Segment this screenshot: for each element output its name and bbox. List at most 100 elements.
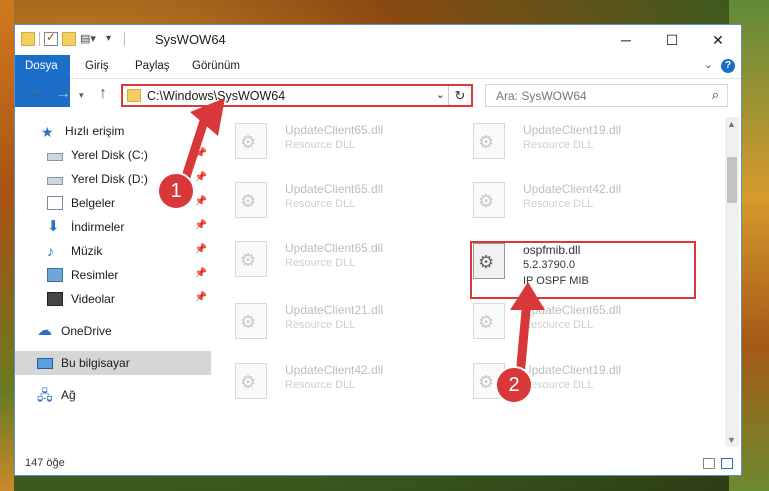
sidebar-item-local-disk-c[interactable]: Yerel Disk (C:) 📌	[15, 143, 211, 167]
dll-file-icon	[473, 123, 505, 159]
file-item[interactable]: UpdateClient65.dll Resource DLL	[217, 235, 437, 287]
tab-view[interactable]: Görünüm	[182, 55, 250, 78]
scroll-down-icon[interactable]: ▼	[727, 435, 736, 445]
address-path[interactable]: C:\Windows\SysWOW64	[147, 89, 285, 103]
folder-icon	[21, 32, 35, 46]
pin-icon: 📌	[194, 196, 207, 207]
file-name: UpdateClient21.dll	[285, 303, 384, 317]
sidebar-item-label: Hızlı erişim	[65, 124, 125, 138]
up-arrow-icon[interactable]: ↑	[99, 85, 107, 103]
computer-icon	[37, 357, 53, 369]
file-name: UpdateClient65.dll	[285, 182, 384, 196]
sidebar-item-label: Belgeler	[71, 196, 116, 210]
search-placeholder[interactable]: Ara: SysWOW64	[496, 89, 587, 103]
back-arrow-icon[interactable]: ←	[27, 85, 43, 103]
file-item[interactable]: UpdateClient65.dll Resource DLL	[455, 297, 675, 349]
pin-icon: 📌	[194, 292, 207, 303]
maximize-button[interactable]: ☐	[649, 25, 695, 55]
file-name: UpdateClient65.dll	[285, 241, 384, 255]
folder-icon	[127, 89, 141, 102]
sidebar-item-quick-access[interactable]: ★ Hızlı erişim	[15, 119, 211, 143]
sidebar-item-downloads[interactable]: ⬇ İndirmeler 📌	[15, 215, 211, 239]
new-folder-icon[interactable]	[62, 32, 76, 46]
dll-file-icon	[235, 363, 267, 399]
file-description: Resource DLL	[285, 139, 356, 151]
file-item[interactable]: UpdateClient19.dll Resource DLL	[455, 117, 675, 169]
dll-file-icon	[235, 182, 267, 218]
scroll-up-icon[interactable]: ▲	[727, 119, 736, 129]
file-item[interactable]: UpdateClient19.dll Resource DLL	[455, 357, 675, 409]
tab-share[interactable]: Paylaş	[125, 55, 180, 78]
details-view-icon[interactable]	[703, 458, 715, 469]
dropdown-arrow-icon[interactable]: ▾	[106, 32, 120, 46]
tab-home[interactable]: Giriş	[75, 55, 119, 78]
separator	[39, 32, 40, 46]
file-description: Resource DLL	[523, 139, 594, 151]
pictures-icon	[47, 268, 63, 282]
file-explorer-window: ▤▾ ▾ SysWOW64 ─ ☐ ✕ Dosya Giriş Paylaş G…	[14, 24, 742, 476]
ribbon-tabs: Dosya Giriş Paylaş Görünüm ⌄ ?	[15, 55, 741, 107]
sidebar-item-this-pc[interactable]: Bu bilgisayar	[15, 351, 211, 375]
navigation-pane: ★ Hızlı erişim Yerel Disk (C:) 📌 Yerel D…	[15, 117, 211, 447]
file-name: UpdateClient19.dll	[523, 363, 622, 377]
file-item[interactable]: UpdateClient42.dll Resource DLL	[455, 176, 675, 228]
sidebar-item-music[interactable]: ♪ Müzik 📌	[15, 239, 211, 263]
sidebar-item-label: Ağ	[61, 388, 76, 402]
dll-file-icon	[473, 303, 505, 339]
sidebar-item-network[interactable]: 🖧 Ağ	[15, 383, 211, 407]
sidebar-item-pictures[interactable]: Resimler 📌	[15, 263, 211, 287]
pin-icon: 📌	[194, 268, 207, 279]
sidebar-item-label: Yerel Disk (D:)	[71, 172, 148, 186]
file-description: Resource DLL	[285, 257, 356, 269]
large-icons-view-icon[interactable]	[721, 458, 733, 469]
refresh-icon[interactable]: ↻	[448, 86, 471, 105]
pin-icon: 📌	[194, 244, 207, 255]
disk-icon	[47, 153, 63, 161]
cloud-icon: ☁	[37, 322, 52, 339]
address-bar[interactable]: C:\Windows\SysWOW64 ⌄ ↻	[121, 84, 473, 107]
status-bar: 147 öğe	[15, 453, 741, 475]
file-item[interactable]: UpdateClient21.dll Resource DLL	[217, 297, 437, 349]
forward-arrow-icon[interactable]: →	[55, 85, 71, 103]
sidebar-item-videos[interactable]: Videolar 📌	[15, 287, 211, 311]
file-description: Resource DLL	[285, 319, 356, 331]
item-count: 147 öğe	[25, 457, 65, 469]
file-item[interactable]: UpdateClient42.dll Resource DLL	[217, 357, 437, 409]
scrollbar-thumb[interactable]	[727, 157, 737, 203]
step-2-badge: 2	[495, 366, 533, 404]
file-name: UpdateClient65.dll	[285, 123, 384, 137]
file-name: UpdateClient42.dll	[523, 182, 622, 196]
search-box[interactable]: Ara: SysWOW64 ⌕	[485, 84, 728, 107]
file-description: Resource DLL	[285, 379, 356, 391]
dll-file-icon	[473, 182, 505, 218]
disk-icon	[47, 177, 63, 185]
file-item[interactable]: UpdateClient65.dll Resource DLL	[217, 117, 437, 169]
recent-locations-icon[interactable]: ▾	[79, 90, 84, 101]
search-icon[interactable]: ⌕	[712, 87, 719, 103]
customize-toolbar-icon[interactable]: ▤▾	[80, 32, 102, 46]
properties-icon[interactable]	[44, 30, 58, 46]
file-item[interactable]: UpdateClient65.dll Resource DLL	[217, 176, 437, 228]
minimize-button[interactable]: ─	[603, 25, 649, 55]
network-icon: 🖧	[37, 387, 53, 403]
navigation-bar: ← → ▾ ↑ C:\Windows\SysWOW64 ⌄ ↻ Ara: Sys…	[15, 79, 741, 111]
pin-icon: 📌	[194, 148, 207, 159]
file-name: UpdateClient65.dll	[523, 303, 622, 317]
documents-icon	[47, 196, 63, 210]
sidebar-item-label: İndirmeler	[71, 220, 125, 234]
close-button[interactable]: ✕	[695, 25, 741, 55]
pin-icon: 📌	[194, 220, 207, 231]
expand-ribbon-icon[interactable]: ⌄	[704, 58, 713, 71]
chevron-down-icon[interactable]: ⌄	[436, 88, 445, 101]
sidebar-item-label: Yerel Disk (C:)	[71, 148, 148, 162]
vertical-scrollbar[interactable]: ▲ ▼	[725, 117, 739, 447]
sidebar-item-onedrive[interactable]: ☁ OneDrive	[15, 319, 211, 343]
file-description: Resource DLL	[285, 198, 356, 210]
dll-file-icon	[235, 123, 267, 159]
pin-icon: 📌	[194, 172, 207, 183]
window-title: SysWOW64	[155, 32, 226, 47]
help-icon[interactable]: ?	[721, 59, 735, 73]
star-icon: ★	[41, 124, 54, 140]
sidebar-item-label: Videolar	[71, 292, 115, 306]
highlight-box-file	[470, 241, 696, 299]
